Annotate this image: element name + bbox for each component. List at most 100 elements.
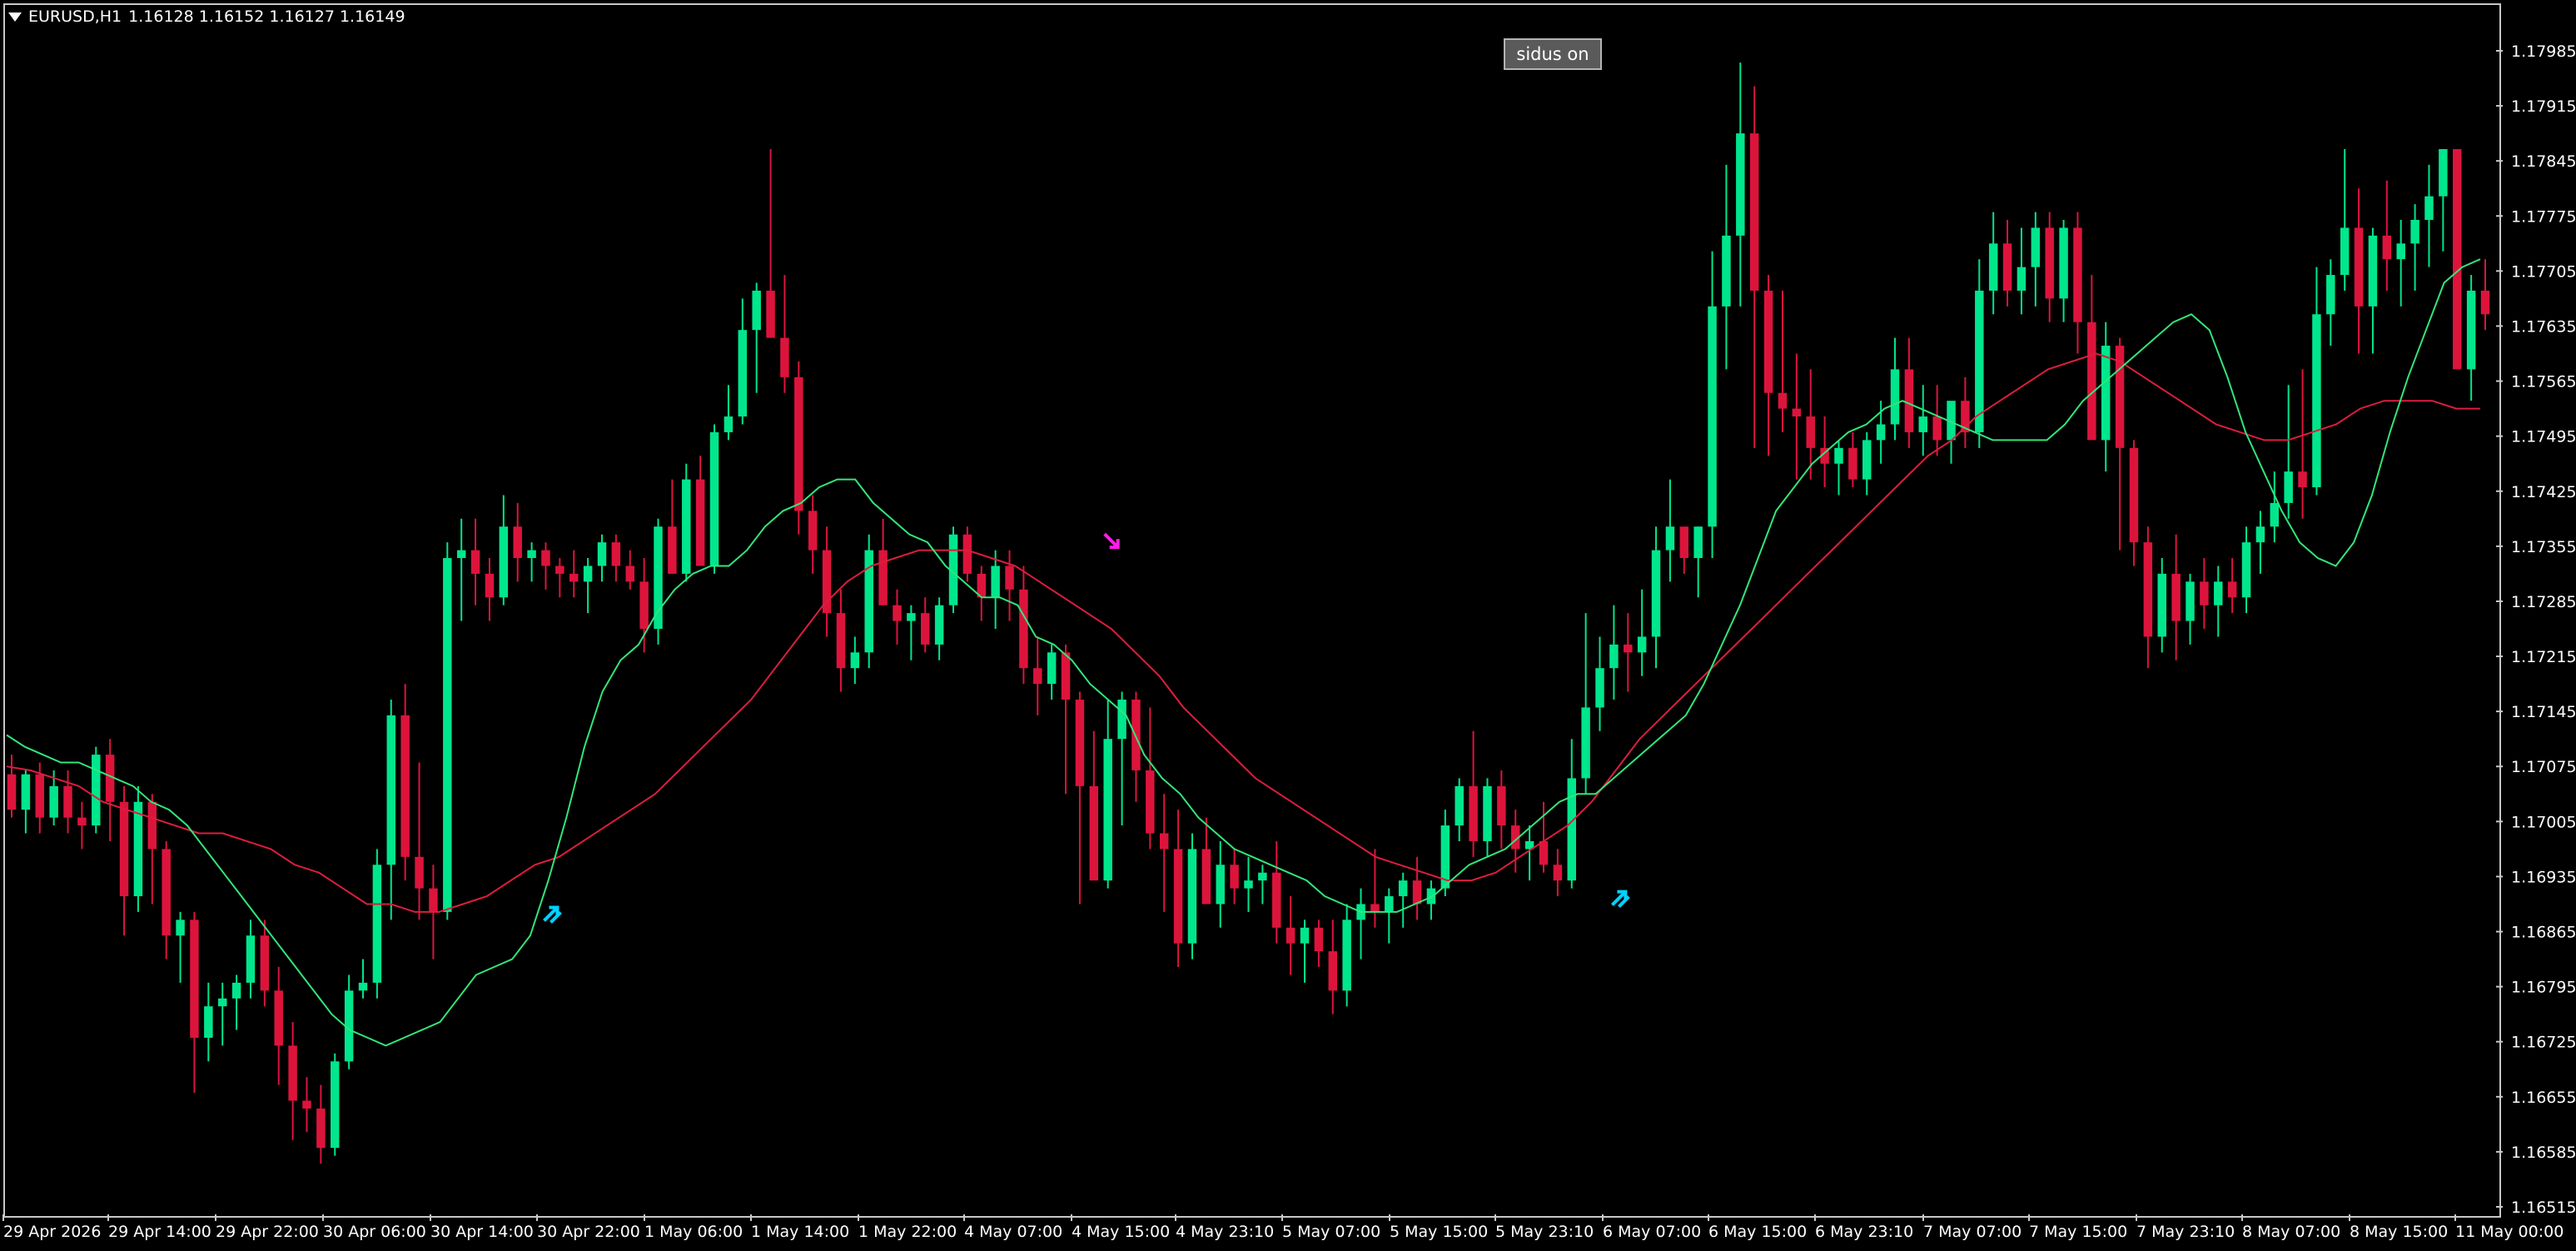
candle-body <box>274 990 283 1046</box>
candle <box>569 550 579 598</box>
candle <box>1244 856 1253 912</box>
candle-body <box>1483 785 1492 841</box>
candle <box>190 911 199 1094</box>
candle <box>1131 691 1141 802</box>
candle-body <box>470 550 480 574</box>
y-tick-label: 1.17425 <box>2511 483 2576 501</box>
candle <box>850 636 860 685</box>
candle <box>583 558 593 614</box>
candle <box>1609 605 1619 700</box>
price-chart[interactable]: 1.17985 1.17915 1.17845 1.17775 1.17705 1.176… <box>0 0 2576 1251</box>
y-tick-label: 1.17565 <box>2511 373 2576 391</box>
candle <box>372 849 382 999</box>
candle-body <box>246 935 256 983</box>
candle <box>1947 401 1956 464</box>
candle <box>1749 86 1759 448</box>
candle <box>1187 833 1197 959</box>
candle-body <box>1033 668 1042 685</box>
candle-body <box>1286 927 1295 944</box>
candle-body <box>1665 526 1675 551</box>
x-tick-label: 8 May 15:00 <box>2350 1223 2448 1241</box>
candle <box>1876 401 1886 464</box>
candle-body <box>836 613 846 669</box>
signal-arrows-layer <box>543 532 1630 924</box>
candle <box>836 589 846 692</box>
candle-body <box>1131 699 1141 770</box>
symbol-header: EURUSD,H1 1.16128 1.16152 1.16127 1.1614… <box>8 7 405 27</box>
candle-body <box>1019 589 1028 669</box>
candle-body <box>2045 227 2054 299</box>
candle <box>1328 920 1338 1014</box>
y-tick-label: 1.17985 <box>2511 42 2576 61</box>
candle-body <box>1328 951 1338 991</box>
candle <box>780 275 789 393</box>
candle-body <box>1581 707 1590 779</box>
candle <box>513 502 522 582</box>
candle-body <box>2214 581 2223 606</box>
candle-body <box>386 715 396 865</box>
candle-body <box>190 920 199 1038</box>
candle-body <box>147 801 157 850</box>
candle <box>794 361 803 535</box>
buy-signal-arrow-icon <box>543 905 562 924</box>
candle <box>2312 267 2321 496</box>
candle-body <box>893 605 902 621</box>
candle <box>344 974 354 1069</box>
sidus-toggle-button[interactable]: sidus on <box>1504 38 1602 70</box>
candle-body <box>1146 770 1155 834</box>
candle <box>2453 149 2462 370</box>
candle <box>1736 62 1745 307</box>
candle <box>2017 227 2026 315</box>
x-tick-label: 1 May 22:00 <box>858 1223 957 1241</box>
candle <box>1904 337 1914 448</box>
candle <box>302 1077 311 1133</box>
x-tick-label: 5 May 15:00 <box>1390 1223 1488 1241</box>
candle-body <box>1244 880 1253 889</box>
candle-body <box>695 479 705 566</box>
y-tick-label: 1.17635 <box>2511 317 2576 336</box>
candle <box>1300 920 1310 983</box>
candle-body <box>1061 652 1071 700</box>
candle-body <box>1398 880 1408 897</box>
candle <box>1497 770 1506 850</box>
candle <box>1286 896 1295 975</box>
ohlc-label: 1.16128 1.16152 1.16127 1.16149 <box>128 7 405 26</box>
candle <box>695 456 705 566</box>
candle <box>1019 566 1028 685</box>
candle-body <box>92 755 101 826</box>
candle <box>738 298 748 425</box>
candle-body <box>934 605 944 645</box>
candle <box>331 1053 340 1156</box>
candle-body <box>358 982 368 991</box>
candle <box>1665 479 1675 582</box>
candle <box>204 982 213 1062</box>
candle <box>246 920 256 999</box>
candle <box>1483 778 1492 857</box>
candle <box>2171 534 2181 660</box>
candle <box>1159 794 1169 912</box>
candle-body <box>1722 235 1731 307</box>
candle <box>1961 376 1970 448</box>
candle-body <box>1792 408 1802 417</box>
candle-body <box>2241 542 2251 598</box>
candle <box>1216 840 1225 928</box>
candle <box>1581 613 1590 795</box>
candle-body <box>2255 526 2265 543</box>
candles-layer <box>7 62 2490 1164</box>
candle-body <box>1862 440 1872 480</box>
candle <box>1385 888 1394 944</box>
candle <box>485 558 495 621</box>
candle-body <box>639 581 649 629</box>
candle <box>358 959 368 999</box>
candle <box>1918 385 1928 456</box>
candle-body <box>1708 306 1717 527</box>
chart-menu-triangle-icon[interactable] <box>8 12 22 22</box>
candle <box>907 605 916 660</box>
mt4-chart-window[interactable]: 1.17985 1.17915 1.17845 1.17775 1.17705 1.176… <box>0 0 2576 1251</box>
x-tick-label: 5 May 07:00 <box>1282 1223 1380 1241</box>
candle <box>7 755 17 818</box>
candle <box>2410 204 2419 291</box>
candle <box>2382 180 2392 291</box>
candle <box>2298 369 2307 519</box>
candle-body <box>654 526 663 629</box>
